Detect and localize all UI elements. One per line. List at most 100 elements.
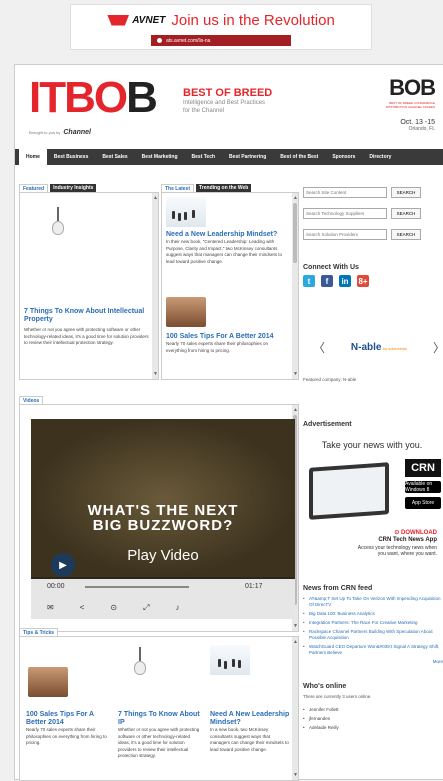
best-of-breed-title: BEST OF BREED <box>183 87 273 99</box>
latest-scrollbar[interactable]: ▲ ▼ <box>292 193 298 379</box>
nav-best-sales[interactable]: Best Sales <box>95 149 134 165</box>
news-item[interactable]: Rackspace Channel Partners Building With… <box>303 629 443 641</box>
video-progress[interactable] <box>85 586 189 588</box>
tips-scrollbar[interactable]: ▲ ▼ <box>292 637 298 780</box>
scroll-up-icon[interactable]: ▲ <box>293 407 298 413</box>
fullscreen-icon[interactable]: ⤢ <box>143 603 149 613</box>
featured-story-title[interactable]: 7 Things To Know About Intellectual Prop… <box>24 308 152 324</box>
featured-tabs: Featured Industry Insights <box>19 183 97 192</box>
scroll-up-icon[interactable]: ▲ <box>293 195 298 201</box>
news-title: News from CRN feed <box>303 585 373 592</box>
nav-best-of-the-best[interactable]: Best of the Best <box>273 149 325 165</box>
ad-tagline: Join us in the Revolution <box>171 11 335 29</box>
tab-tips-tricks[interactable]: Tips & Tricks <box>19 628 59 636</box>
featured-panel: 7 Things To Know About Intellectual Prop… <box>19 192 159 380</box>
nav-directory[interactable]: Directory <box>362 149 398 165</box>
tip-2-title[interactable]: 7 Things To Know About IP <box>118 711 200 727</box>
news-item[interactable]: Big Data 100: Business Analytics <box>303 611 443 617</box>
googleplus-icon[interactable]: 8+ <box>357 275 369 287</box>
scroll-up-icon[interactable]: ▲ <box>153 195 158 201</box>
nav-sponsors[interactable]: Sponsors <box>325 149 362 165</box>
nav-home[interactable]: Home <box>19 149 47 165</box>
itbob-logo[interactable]: ITBOB <box>29 73 158 123</box>
crn-advertisement[interactable]: Take your news with you. CRN Available o… <box>301 435 443 580</box>
tab-industry-insights[interactable]: Industry Insights <box>50 184 97 192</box>
crn-access-line2: you want, where you want. <box>377 551 437 557</box>
latest-story-2[interactable]: 100 Sales Tips For A Better 2014 Nearly … <box>166 333 290 354</box>
who-online-text: There are currently 3 users online. <box>303 694 372 699</box>
news-item[interactable]: Integration Partners: The Race For Creat… <box>303 620 443 626</box>
carousel-prev-icon[interactable]: 〈 <box>313 339 325 356</box>
play-icon[interactable]: ▶ <box>51 553 75 577</box>
ad-url[interactable]: ats.avnet.com/lis-na <box>151 35 291 46</box>
video-player[interactable]: WHAT'S THE NEXT BIG BUZZWORD? Play Video … <box>31 419 295 619</box>
search-suppliers-button[interactable]: SEARCH <box>391 208 421 219</box>
nable-logo[interactable]: N-able by solarwinds <box>351 342 407 353</box>
nav-best-partnering[interactable]: Best Partnering <box>222 149 273 165</box>
brought-by-text: Brought to you by <box>29 130 61 135</box>
tip-3[interactable]: Need A New Leadership Mindset? In a new … <box>210 711 290 753</box>
featured-story[interactable]: 7 Things To Know About Intellectual Prop… <box>24 308 152 347</box>
scroll-down-icon[interactable]: ▼ <box>293 623 298 629</box>
download-link[interactable]: ⊙ DOWNLOAD <box>394 529 437 536</box>
bob-title: BEST OF BREED Intelligence and Best Prac… <box>183 87 272 115</box>
scroll-down-icon[interactable]: ▼ <box>293 772 298 778</box>
scroll-down-icon[interactable]: ▼ <box>153 371 158 377</box>
app-store-badge[interactable]: App Store <box>405 497 441 509</box>
search-suppliers-input[interactable] <box>303 208 387 219</box>
news-item[interactable]: WatchGuard CEO Departure Won&#039;t Sign… <box>303 644 443 656</box>
tip-2[interactable]: 7 Things To Know About IP Whether or not… <box>118 711 200 760</box>
linkedin-icon[interactable]: in <box>339 275 351 287</box>
lightbulb-image <box>48 207 68 241</box>
facebook-icon[interactable]: f <box>321 275 333 287</box>
tab-videos[interactable]: Videos <box>19 396 44 404</box>
bob-conference[interactable]: BOB BEST OF BREED CONFERENCE DISTRIBUTIO… <box>385 75 436 132</box>
latest-story-1-title[interactable]: Need a New Leadership Mindset? <box>166 231 290 239</box>
online-user[interactable]: Jennifer Follett <box>303 707 443 712</box>
subtitle-line1: Intelligence and Best Practices <box>183 100 266 106</box>
ad-banner[interactable]: AVNET Join us in the Revolution ats.avne… <box>70 4 372 50</box>
nav-best-business[interactable]: Best Business <box>47 149 95 165</box>
main-nav: Home Best Business Best Sales Best Marke… <box>15 149 443 165</box>
latest-story-2-body: Nearly 70 sales experts share their phil… <box>166 341 269 353</box>
online-user[interactable]: jfernandes <box>303 716 443 721</box>
event-location: Orlando, FL <box>408 126 435 132</box>
channel-logo: Channel <box>63 129 91 136</box>
carousel-next-icon[interactable]: 〉 <box>433 339 443 356</box>
tip-1[interactable]: 100 Sales Tips For A Better 2014 Nearly … <box>26 711 108 747</box>
video-overlay-text: WHAT'S THE NEXT BIG BUZZWORD? <box>31 503 295 533</box>
search-site-button[interactable]: SEARCH <box>391 187 421 198</box>
featured-scrollbar[interactable]: ▲ ▼ <box>152 193 158 379</box>
scroll-up-icon[interactable]: ▲ <box>293 639 298 645</box>
settings-icon[interactable]: ⊙ <box>110 603 117 613</box>
search-providers-input[interactable] <box>303 229 387 240</box>
time-current: 00:00 <box>47 583 65 590</box>
scroll-down-icon[interactable]: ▼ <box>293 371 298 377</box>
latest-tabs: The Latest Trending on the Web <box>161 183 252 192</box>
tips-panel: 100 Sales Tips For A Better 2014 Nearly … <box>19 636 299 781</box>
who-online-title: Who's online <box>303 683 347 690</box>
news-item[interactable]: AT&amp;T Set Up To Take On Verizon With … <box>303 596 443 608</box>
nable-by: by solarwinds <box>382 346 408 351</box>
scroll-thumb[interactable] <box>293 203 297 263</box>
latest-story-2-title[interactable]: 100 Sales Tips For A Better 2014 <box>166 333 290 341</box>
volume-icon[interactable]: ♪ <box>175 603 179 613</box>
email-icon[interactable]: ✉ <box>47 603 54 613</box>
tip-1-title[interactable]: 100 Sales Tips For A Better 2014 <box>26 711 108 727</box>
search-site-input[interactable] <box>303 187 387 198</box>
search-providers-button[interactable]: SEARCH <box>391 229 421 240</box>
windows-store-badge[interactable]: Available on Windows 8 <box>405 481 441 493</box>
tab-featured[interactable]: Featured <box>19 184 49 192</box>
tab-the-latest[interactable]: The Latest <box>161 184 195 192</box>
connect-title: Connect With Us <box>303 264 359 271</box>
tab-trending[interactable]: Trending on the Web <box>196 184 252 192</box>
online-user[interactable]: Adelaide Reilly <box>303 725 443 730</box>
tip-3-title[interactable]: Need A New Leadership Mindset? <box>210 711 290 727</box>
video-control-icons: ✉ < ⊙ ⤢ ♪ <box>47 603 179 613</box>
share-icon[interactable]: < <box>80 603 85 613</box>
nav-best-tech[interactable]: Best Tech <box>185 149 223 165</box>
nav-best-marketing[interactable]: Best Marketing <box>135 149 185 165</box>
news-more-link[interactable]: More <box>303 659 443 664</box>
latest-story-1[interactable]: Need a New Leadership Mindset? In their … <box>166 231 290 265</box>
twitter-icon[interactable]: t <box>303 275 315 287</box>
